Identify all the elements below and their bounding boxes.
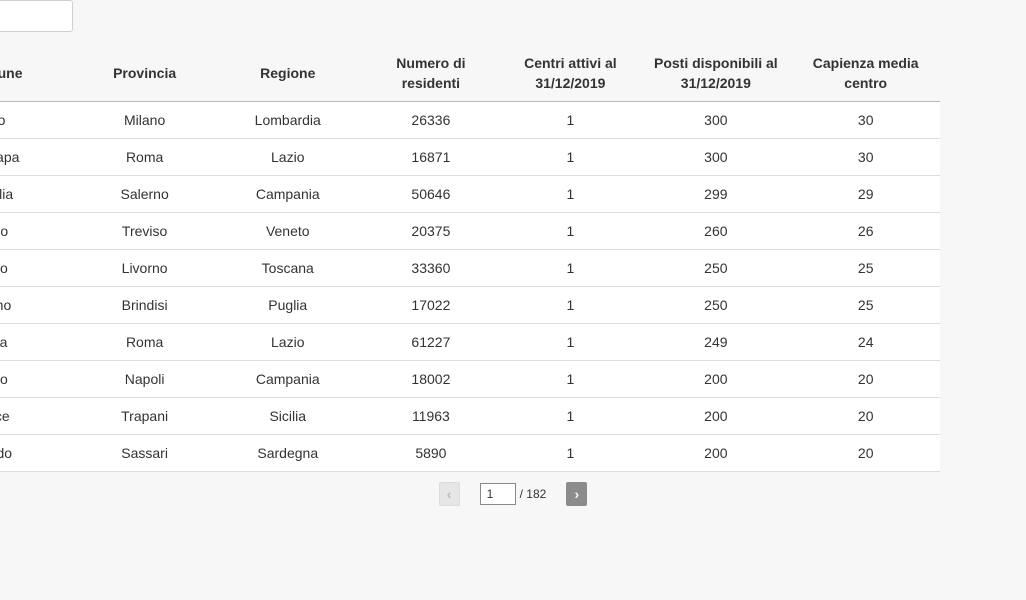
table-row: sardoSassariSardegna5890120020 [0, 434, 940, 472]
table-row: ignoNapoliCampania18002120020 [0, 360, 940, 398]
cell-regione: Sardegna [214, 434, 362, 472]
cell-provincia: Livorno [75, 249, 215, 287]
cell-centri-attivi: 1 [500, 323, 641, 361]
table-row: eziaRomaLazio61227124924 [0, 323, 940, 361]
cell-capienza-media: 26 [791, 212, 940, 250]
table-row: Di PapaRomaLazio16871130030 [0, 138, 940, 176]
column-header-posti-disponibili[interactable]: Posti disponibili al 31/12/2019 [640, 45, 792, 102]
previous-page-button[interactable]: ‹ [438, 482, 460, 506]
column-header-centri-attivi[interactable]: Centri attivi al 31/12/2019 [500, 45, 641, 102]
cell-posti-disponibili: 200 [640, 434, 792, 472]
cell-residenti: 5890 [361, 434, 501, 472]
cell-capienza-media: 20 [791, 434, 940, 472]
cell-capienza-media: 20 [791, 397, 940, 435]
cell-centri-attivi: 1 [500, 212, 641, 250]
cell-centri-attivi: 1 [500, 434, 641, 472]
cell-residenti: 26336 [361, 101, 501, 139]
cell-capienza-media: 29 [791, 175, 940, 213]
cell-regione: Lombardia [214, 101, 362, 139]
cell-provincia: Napoli [75, 360, 215, 398]
cell-comune: vigno [0, 286, 76, 324]
cell-regione: Campania [214, 360, 362, 398]
cell-comune: igno [0, 360, 76, 398]
column-header-regione[interactable]: Regione [214, 45, 362, 102]
cell-centri-attivi: 1 [500, 175, 641, 213]
column-header-capienza-media[interactable]: Capienza media centro [791, 45, 940, 102]
cell-centri-attivi: 1 [500, 360, 641, 398]
cell-provincia: Milano [75, 101, 215, 139]
cell-posti-disponibili: 260 [640, 212, 792, 250]
next-page-button[interactable]: › [566, 482, 588, 506]
cell-residenti: 50646 [361, 175, 501, 213]
cell-residenti: 18002 [361, 360, 501, 398]
cell-residenti: 33360 [361, 249, 501, 287]
cell-comune: sardo [0, 434, 76, 472]
table-row: ssoMilanoLombardia26336130030 [0, 101, 940, 139]
data-table: Comune Provincia Regione Numero di resid… [0, 45, 940, 472]
cell-posti-disponibili: 249 [640, 323, 792, 361]
page-total-label: / 182 [519, 487, 547, 501]
table-row: ericeTrapaniSicilia11963120020 [0, 397, 940, 435]
cell-capienza-media: 25 [791, 249, 940, 287]
cell-posti-disponibili: 250 [640, 286, 792, 324]
cell-posti-disponibili: 200 [640, 360, 792, 398]
cell-residenti: 17022 [361, 286, 501, 324]
cell-posti-disponibili: 200 [640, 397, 792, 435]
app-viewport: Comune Provincia Regione Numero di resid… [0, 0, 1026, 600]
cell-regione: Campania [214, 175, 362, 213]
cell-capienza-media: 20 [791, 360, 940, 398]
page-number-input[interactable] [479, 483, 516, 505]
cell-centri-attivi: 1 [500, 101, 641, 139]
table-header-row: Comune Provincia Regione Numero di resid… [0, 45, 940, 102]
table-body: ssoMilanoLombardia26336130030Di PapaRoma… [0, 101, 940, 472]
cell-regione: Veneto [214, 212, 362, 250]
cell-capienza-media: 24 [791, 323, 940, 361]
cell-regione: Puglia [214, 286, 362, 324]
column-header-comune[interactable]: Comune [0, 45, 76, 102]
table-row: vignoBrindisiPuglia17022125025 [0, 286, 940, 324]
cell-comune: erice [0, 397, 76, 435]
cell-capienza-media: 30 [791, 101, 940, 139]
column-header-residenti[interactable]: Numero di residenti [361, 45, 501, 102]
cell-provincia: Sassari [75, 434, 215, 472]
cell-residenti: 20375 [361, 212, 501, 250]
cell-residenti: 61227 [361, 323, 501, 361]
cell-comune: baglia [0, 175, 76, 213]
cell-regione: Lazio [214, 138, 362, 176]
cell-posti-disponibili: 250 [640, 249, 792, 287]
cell-provincia: Roma [75, 138, 215, 176]
cell-provincia: Trapani [75, 397, 215, 435]
search-input[interactable] [0, 0, 73, 32]
cell-provincia: Salerno [75, 175, 215, 213]
table-row: bagliaSalernoCampania50646129929 [0, 175, 940, 213]
cell-comune: erzo [0, 212, 76, 250]
cell-centri-attivi: 1 [500, 249, 641, 287]
cell-centri-attivi: 1 [500, 397, 641, 435]
cell-residenti: 11963 [361, 397, 501, 435]
cell-comune: Di Papa [0, 138, 76, 176]
cell-capienza-media: 30 [791, 138, 940, 176]
cell-posti-disponibili: 300 [640, 101, 792, 139]
table-row: erzoTrevisoVeneto20375126026 [0, 212, 940, 250]
cell-centri-attivi: 1 [500, 286, 641, 324]
cell-provincia: Brindisi [75, 286, 215, 324]
column-header-provincia[interactable]: Provincia [75, 45, 215, 102]
cell-centri-attivi: 1 [500, 138, 641, 176]
cell-regione: Toscana [214, 249, 362, 287]
pagination: ‹ / 182 › [0, 482, 1026, 506]
cell-posti-disponibili: 300 [640, 138, 792, 176]
cell-residenti: 16871 [361, 138, 501, 176]
cell-capienza-media: 25 [791, 286, 940, 324]
cell-provincia: Roma [75, 323, 215, 361]
cell-comune: bino [0, 249, 76, 287]
cell-comune: sso [0, 101, 76, 139]
cell-comune: ezia [0, 323, 76, 361]
table-row: binoLivornoToscana33360125025 [0, 249, 940, 287]
cell-provincia: Treviso [75, 212, 215, 250]
cell-posti-disponibili: 299 [640, 175, 792, 213]
cell-regione: Sicilia [214, 397, 362, 435]
cell-regione: Lazio [214, 323, 362, 361]
